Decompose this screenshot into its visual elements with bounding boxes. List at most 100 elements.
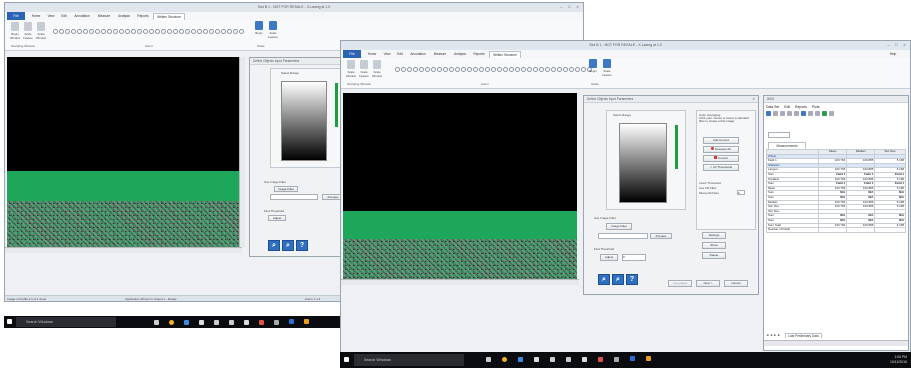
app-icon-6[interactable] <box>289 319 294 324</box>
front-store-icon[interactable] <box>534 357 539 362</box>
menu-edit[interactable]: Edit <box>784 105 790 109</box>
back-zoom-circles[interactable] <box>53 29 244 35</box>
front-search-box[interactable]: Search Windows <box>354 354 464 366</box>
back-image-pane[interactable] <box>7 57 239 247</box>
front-tool-1[interactable]: Scale Window <box>345 60 357 78</box>
back-auto-button[interactable]: Adjust <box>268 215 286 221</box>
sheet-nav-icon[interactable]: ◄ ◄ ► ► <box>766 333 780 337</box>
use-filter[interactable]: Use Filt Filter <box>699 186 717 190</box>
front-task-view-icon[interactable] <box>486 357 491 362</box>
front-zoom-circles[interactable] <box>395 67 592 73</box>
next-button[interactable]: Next > <box>696 280 720 287</box>
toolbar-icon-10[interactable] <box>829 111 834 116</box>
back-image-vscroll[interactable] <box>239 57 245 247</box>
preview-button[interactable]: Preview <box>650 233 672 239</box>
menu-plots[interactable]: Plots <box>812 105 820 109</box>
zoom-out-icon[interactable]: ⌕ <box>612 274 624 285</box>
toolbar-icon-2[interactable] <box>773 111 778 116</box>
back-tool-3[interactable]: Scale Window <box>35 22 47 40</box>
toolbar-icon-7[interactable] <box>808 111 813 116</box>
front-close-icon[interactable]: × <box>901 42 908 48</box>
back-scale-feature[interactable]: Scale Feature <box>267 21 279 39</box>
back-zoom-out-icon[interactable]: ⌕ <box>282 240 294 251</box>
front-app-icon-3[interactable] <box>582 357 587 362</box>
front-edge-icon[interactable] <box>518 357 523 362</box>
back-tab-written-structure[interactable]: Written Structure <box>153 13 185 20</box>
chrome-icon[interactable] <box>169 320 174 325</box>
back-search-box[interactable]: Search Windows <box>16 317 116 327</box>
close-icon[interactable]: × <box>574 4 581 10</box>
front-tab-measure[interactable]: Measure <box>431 51 449 57</box>
measurements-selector[interactable] <box>768 132 790 138</box>
front-tab-written-structure[interactable]: Written Structure <box>489 51 521 58</box>
measurements-hscroll[interactable] <box>764 340 908 346</box>
app-icon-7[interactable] <box>304 319 309 324</box>
back-filter-field[interactable] <box>270 194 318 200</box>
front-app-icon-5[interactable] <box>614 357 619 362</box>
table-row[interactable]: Number of Fields <box>765 227 906 233</box>
help-icon[interactable]: ? <box>626 274 638 285</box>
minimize-icon[interactable]: – <box>558 4 565 10</box>
front-tab-edit[interactable]: Edit <box>395 51 405 57</box>
image-filter-button[interactable]: Image Filter <box>606 223 632 230</box>
front-minimize-icon[interactable]: – <box>885 42 892 48</box>
toolbar-icon-6[interactable] <box>801 111 806 116</box>
store-icon[interactable] <box>199 320 204 325</box>
front-tab-annotation[interactable]: Annotation <box>407 51 429 57</box>
delete-button[interactable]: Delete <box>702 252 726 259</box>
back-tab-annotation[interactable]: Annotation <box>71 13 93 19</box>
deselect-all-button[interactable]: Deselect All <box>703 146 739 153</box>
front-windows-start-icon[interactable] <box>344 357 349 362</box>
current-button[interactable]: Current <box>703 155 739 162</box>
back-image-hscroll[interactable] <box>5 247 242 253</box>
back-tool-1[interactable]: Begin Window <box>9 22 21 40</box>
back-help-icon[interactable]: ? <box>296 240 308 251</box>
dialog-close-icon[interactable]: × <box>750 96 757 102</box>
front-tab-view[interactable]: View <box>381 51 393 57</box>
front-maximize-icon[interactable]: □ <box>893 42 900 48</box>
front-app-icon-1[interactable] <box>550 357 555 362</box>
back-button[interactable]: Completed <box>668 280 692 287</box>
invert-threshold[interactable]: Invert Threshold <box>699 181 721 185</box>
front-tool-3[interactable]: Scale Window <box>371 60 383 78</box>
front-tab-home[interactable]: Home <box>365 51 379 57</box>
back-tool-2[interactable]: Scale Feature <box>22 22 34 40</box>
back-tab-home[interactable]: Home <box>29 13 43 19</box>
zoom-in-icon[interactable]: ⌕ <box>598 274 610 285</box>
front-app-icon-7[interactable] <box>646 356 651 361</box>
sheet-tab[interactable]: Last Preliminary Data <box>785 333 822 338</box>
windows-start-icon[interactable] <box>7 319 12 324</box>
back-file-tab[interactable]: File <box>7 12 25 20</box>
front-scale-feature[interactable]: Scale Feature <box>601 59 613 77</box>
front-image-hscroll[interactable] <box>341 279 579 285</box>
toolbar-icon-5[interactable] <box>794 111 799 116</box>
front-help[interactable]: Help <box>886 51 900 57</box>
range-gradient[interactable] <box>619 123 667 203</box>
toolbar-icon-1[interactable] <box>766 111 771 116</box>
back-scale-begin[interactable]: Begin <box>253 21 265 39</box>
range-bar[interactable] <box>675 125 678 169</box>
auto-button[interactable]: Adjust <box>600 254 618 261</box>
toolbar-icon-4[interactable] <box>787 111 792 116</box>
app-icon-1[interactable] <box>214 320 219 325</box>
app-icon-5[interactable] <box>274 320 279 325</box>
toolbar-icon-3[interactable] <box>780 111 785 116</box>
toolbar-icon-9[interactable] <box>822 111 827 116</box>
front-tool-2[interactable]: Scale Feature <box>358 60 370 78</box>
back-range-bar[interactable] <box>335 83 338 127</box>
mean-std-dev[interactable]: Mean+Std Dev <box>699 191 719 195</box>
back-tab-reports[interactable]: Reports <box>135 13 151 19</box>
menu-data-set[interactable]: Data Set <box>766 105 779 109</box>
front-tab-reports[interactable]: Reports <box>471 51 487 57</box>
front-app-icon-4[interactable] <box>598 357 603 362</box>
mean-value-field[interactable]: 2 <box>737 190 745 195</box>
app-icon-3[interactable] <box>244 320 249 325</box>
filter-field[interactable] <box>598 233 648 239</box>
back-tab-analysis[interactable]: Analysis <box>115 13 133 19</box>
back-tab-view[interactable]: View <box>45 13 57 19</box>
app-icon-4[interactable] <box>259 320 264 325</box>
add-current-button[interactable]: Add Current <box>703 137 739 144</box>
front-app-icon-6[interactable] <box>630 356 635 361</box>
task-view-icon[interactable] <box>154 320 159 325</box>
back-range-gradient[interactable] <box>281 81 327 161</box>
